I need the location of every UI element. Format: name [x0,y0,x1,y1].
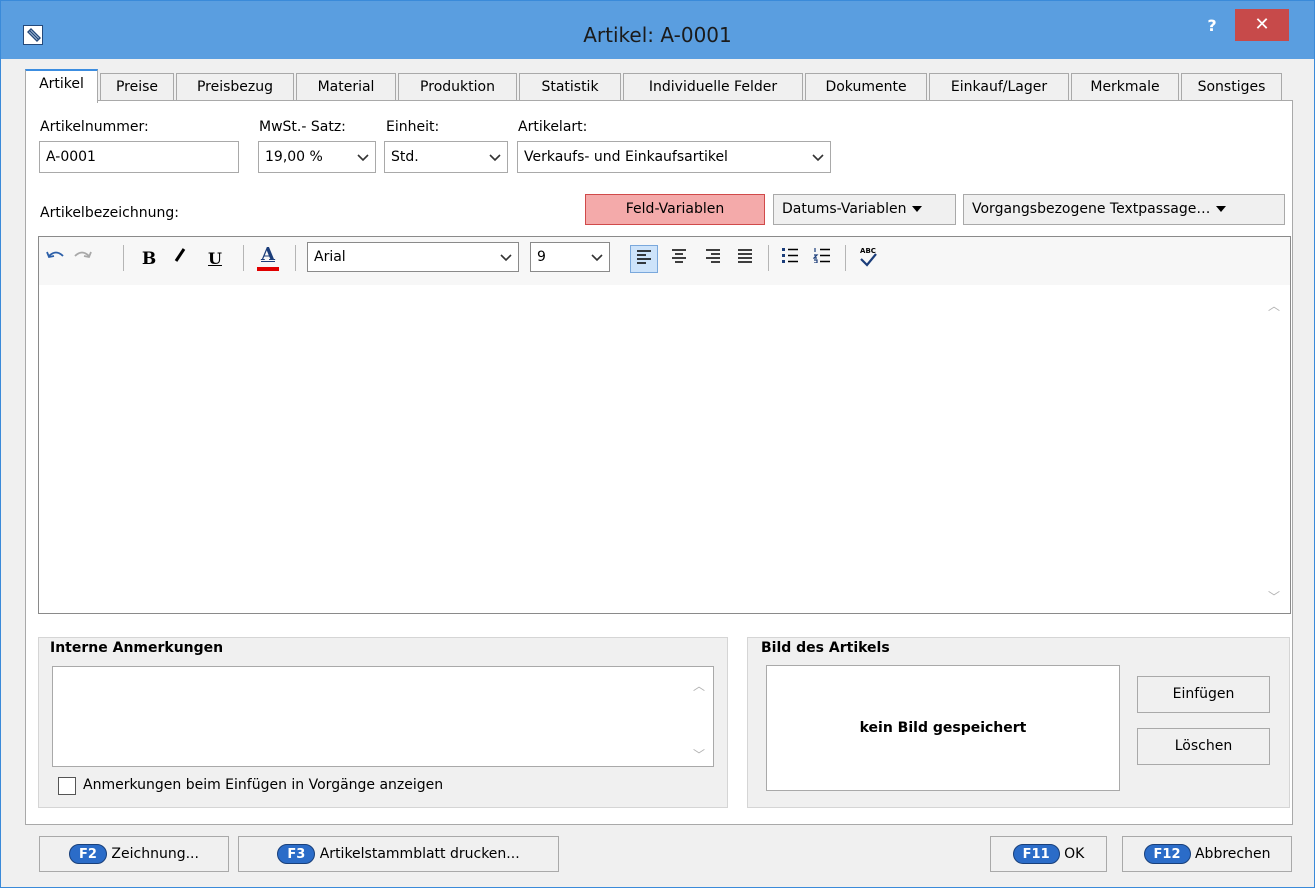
mwst-value: 19,00 % [265,149,323,165]
align-left-icon[interactable] [630,245,658,273]
italic-icon[interactable] [169,245,191,273]
dialog-window: Artikel: A-0001 ? ✕ Artikel Preise Preis… [0,0,1315,888]
einheit-select[interactable]: Std. [384,141,508,173]
align-justify-icon[interactable] [732,245,758,273]
window-title: Artikel: A-0001 [583,23,732,47]
print-sheet-button[interactable]: F3 Artikelstammblatt drucken... [238,836,559,872]
caret-down-icon [1216,206,1227,212]
scroll-up-icon[interactable]: ︿ [1268,297,1280,314]
drawing-label: Zeichnung... [111,846,199,862]
f12-key-icon: F12 [1143,844,1191,864]
textpassage-label: Vorgangsbezogene Textpassage… [972,201,1211,217]
artikelnummer-label: Artikelnummer: [40,119,149,135]
mwst-label: MwSt.- Satz: [259,119,346,135]
notes-textarea[interactable]: ︿ ﹀ [52,666,714,767]
tab-sonstiges[interactable]: Sonstiges [1181,73,1282,101]
einheit-label: Einheit: [386,119,440,135]
artikelnummer-field[interactable]: A-0001 [39,141,239,173]
align-center-icon[interactable] [666,245,692,273]
einheit-value: Std. [391,149,419,165]
artikelart-select[interactable]: Verkaufs- und Einkaufsartikel [517,141,831,173]
font-family-value: Arial [314,249,346,265]
scroll-up-icon[interactable]: ︿ [693,671,705,701]
notes-checkbox-label: Anmerkungen beim Einfügen in Vorgänge an… [83,777,444,793]
toolbar-separator [768,245,769,271]
bullet-list-icon[interactable] [777,245,803,273]
image-preview: kein Bild gespeichert [766,665,1120,791]
caret-down-icon [912,206,923,212]
artikelart-value: Verkaufs- und Einkaufsartikel [524,149,728,165]
chevron-down-icon [489,154,501,162]
scroll-down-icon[interactable]: ﹀ [693,748,705,762]
font-size-select[interactable]: 9 [530,242,610,272]
tab-individuelle-felder[interactable]: Individuelle Felder [623,73,803,101]
bold-icon[interactable]: B [139,245,159,273]
text-color-glyph: A [261,244,275,265]
formatting-toolbar: B U A Arial 9 ABC [39,237,1290,285]
tab-merkmale[interactable]: Merkmale [1071,73,1179,101]
scroll-down-icon[interactable]: ﹀ [1268,588,1280,605]
chevron-down-icon [357,154,369,162]
tab-produktion[interactable]: Produktion [398,73,517,101]
title-bar[interactable]: Artikel: A-0001 ? ✕ [1,1,1314,59]
toolbar-separator [123,245,124,271]
tab-einkauf-lager[interactable]: Einkauf/Lager [929,73,1069,101]
f3-key-icon: F3 [277,844,316,864]
notes-group: Interne Anmerkungen ︿ ﹀ Anmerkungen beim… [38,637,728,808]
image-title: Bild des Artikels [761,640,890,656]
tab-statistik[interactable]: Statistik [519,73,621,101]
mwst-select[interactable]: 19,00 % [258,141,376,173]
close-button[interactable]: ✕ [1235,9,1289,41]
image-insert-button[interactable]: Einfügen [1137,676,1270,713]
text-color-icon[interactable]: A [253,245,283,273]
tab-preise[interactable]: Preise [100,73,174,101]
undo-icon[interactable] [45,245,67,273]
spellcheck-icon[interactable]: ABC [855,245,881,273]
feld-variablen-button[interactable]: Feld-Variablen [585,194,765,225]
chevron-down-icon [500,254,512,262]
artikelbezeichnung-editor[interactable]: B U A Arial 9 ABC ︿ ﹀ [38,236,1291,614]
tab-artikel[interactable]: Artikel [25,69,98,103]
tab-material[interactable]: Material [296,73,396,101]
notes-show-checkbox[interactable] [58,777,76,795]
ok-label: OK [1064,846,1085,862]
font-size-value: 9 [537,249,546,265]
datums-variablen-label: Datums-Variablen [782,201,907,217]
text-color-swatch [257,267,279,271]
print-sheet-label: Artikelstammblatt drucken... [319,846,520,862]
tab-preisbezug[interactable]: Preisbezug [176,73,294,101]
textpassage-button[interactable]: Vorgangsbezogene Textpassage… [963,194,1285,225]
image-delete-button[interactable]: Löschen [1137,728,1270,765]
drawing-button[interactable]: F2 Zeichnung... [39,836,229,872]
cancel-button[interactable]: F12 Abbrechen [1122,836,1292,872]
toolbar-separator [295,245,296,271]
redo-icon[interactable] [71,245,93,273]
help-button[interactable]: ? [1197,11,1227,41]
toolbar-separator [243,245,244,271]
underline-icon[interactable]: U [205,245,225,273]
datums-variablen-button[interactable]: Datums-Variablen [773,194,956,225]
tab-dokumente[interactable]: Dokumente [805,73,927,101]
align-right-icon[interactable] [700,245,726,273]
toolbar-separator [845,245,846,271]
numbered-list-icon[interactable] [809,245,835,273]
notes-title: Interne Anmerkungen [50,640,224,656]
f2-key-icon: F2 [69,844,107,864]
cancel-label: Abbrechen [1194,846,1271,862]
dialog-client: Artikel Preise Preisbezug Material Produ… [9,61,1306,881]
font-family-select[interactable]: Arial [307,242,519,272]
f11-key-icon: F11 [1012,844,1060,864]
chevron-down-icon [591,254,603,262]
chevron-down-icon [812,154,824,162]
artikelbezeichnung-label: Artikelbezeichnung: [40,205,179,221]
artikelart-label: Artikelart: [518,119,588,135]
ok-button[interactable]: F11 OK [990,836,1107,872]
image-group: Bild des Artikels kein Bild gespeichert … [747,637,1290,808]
